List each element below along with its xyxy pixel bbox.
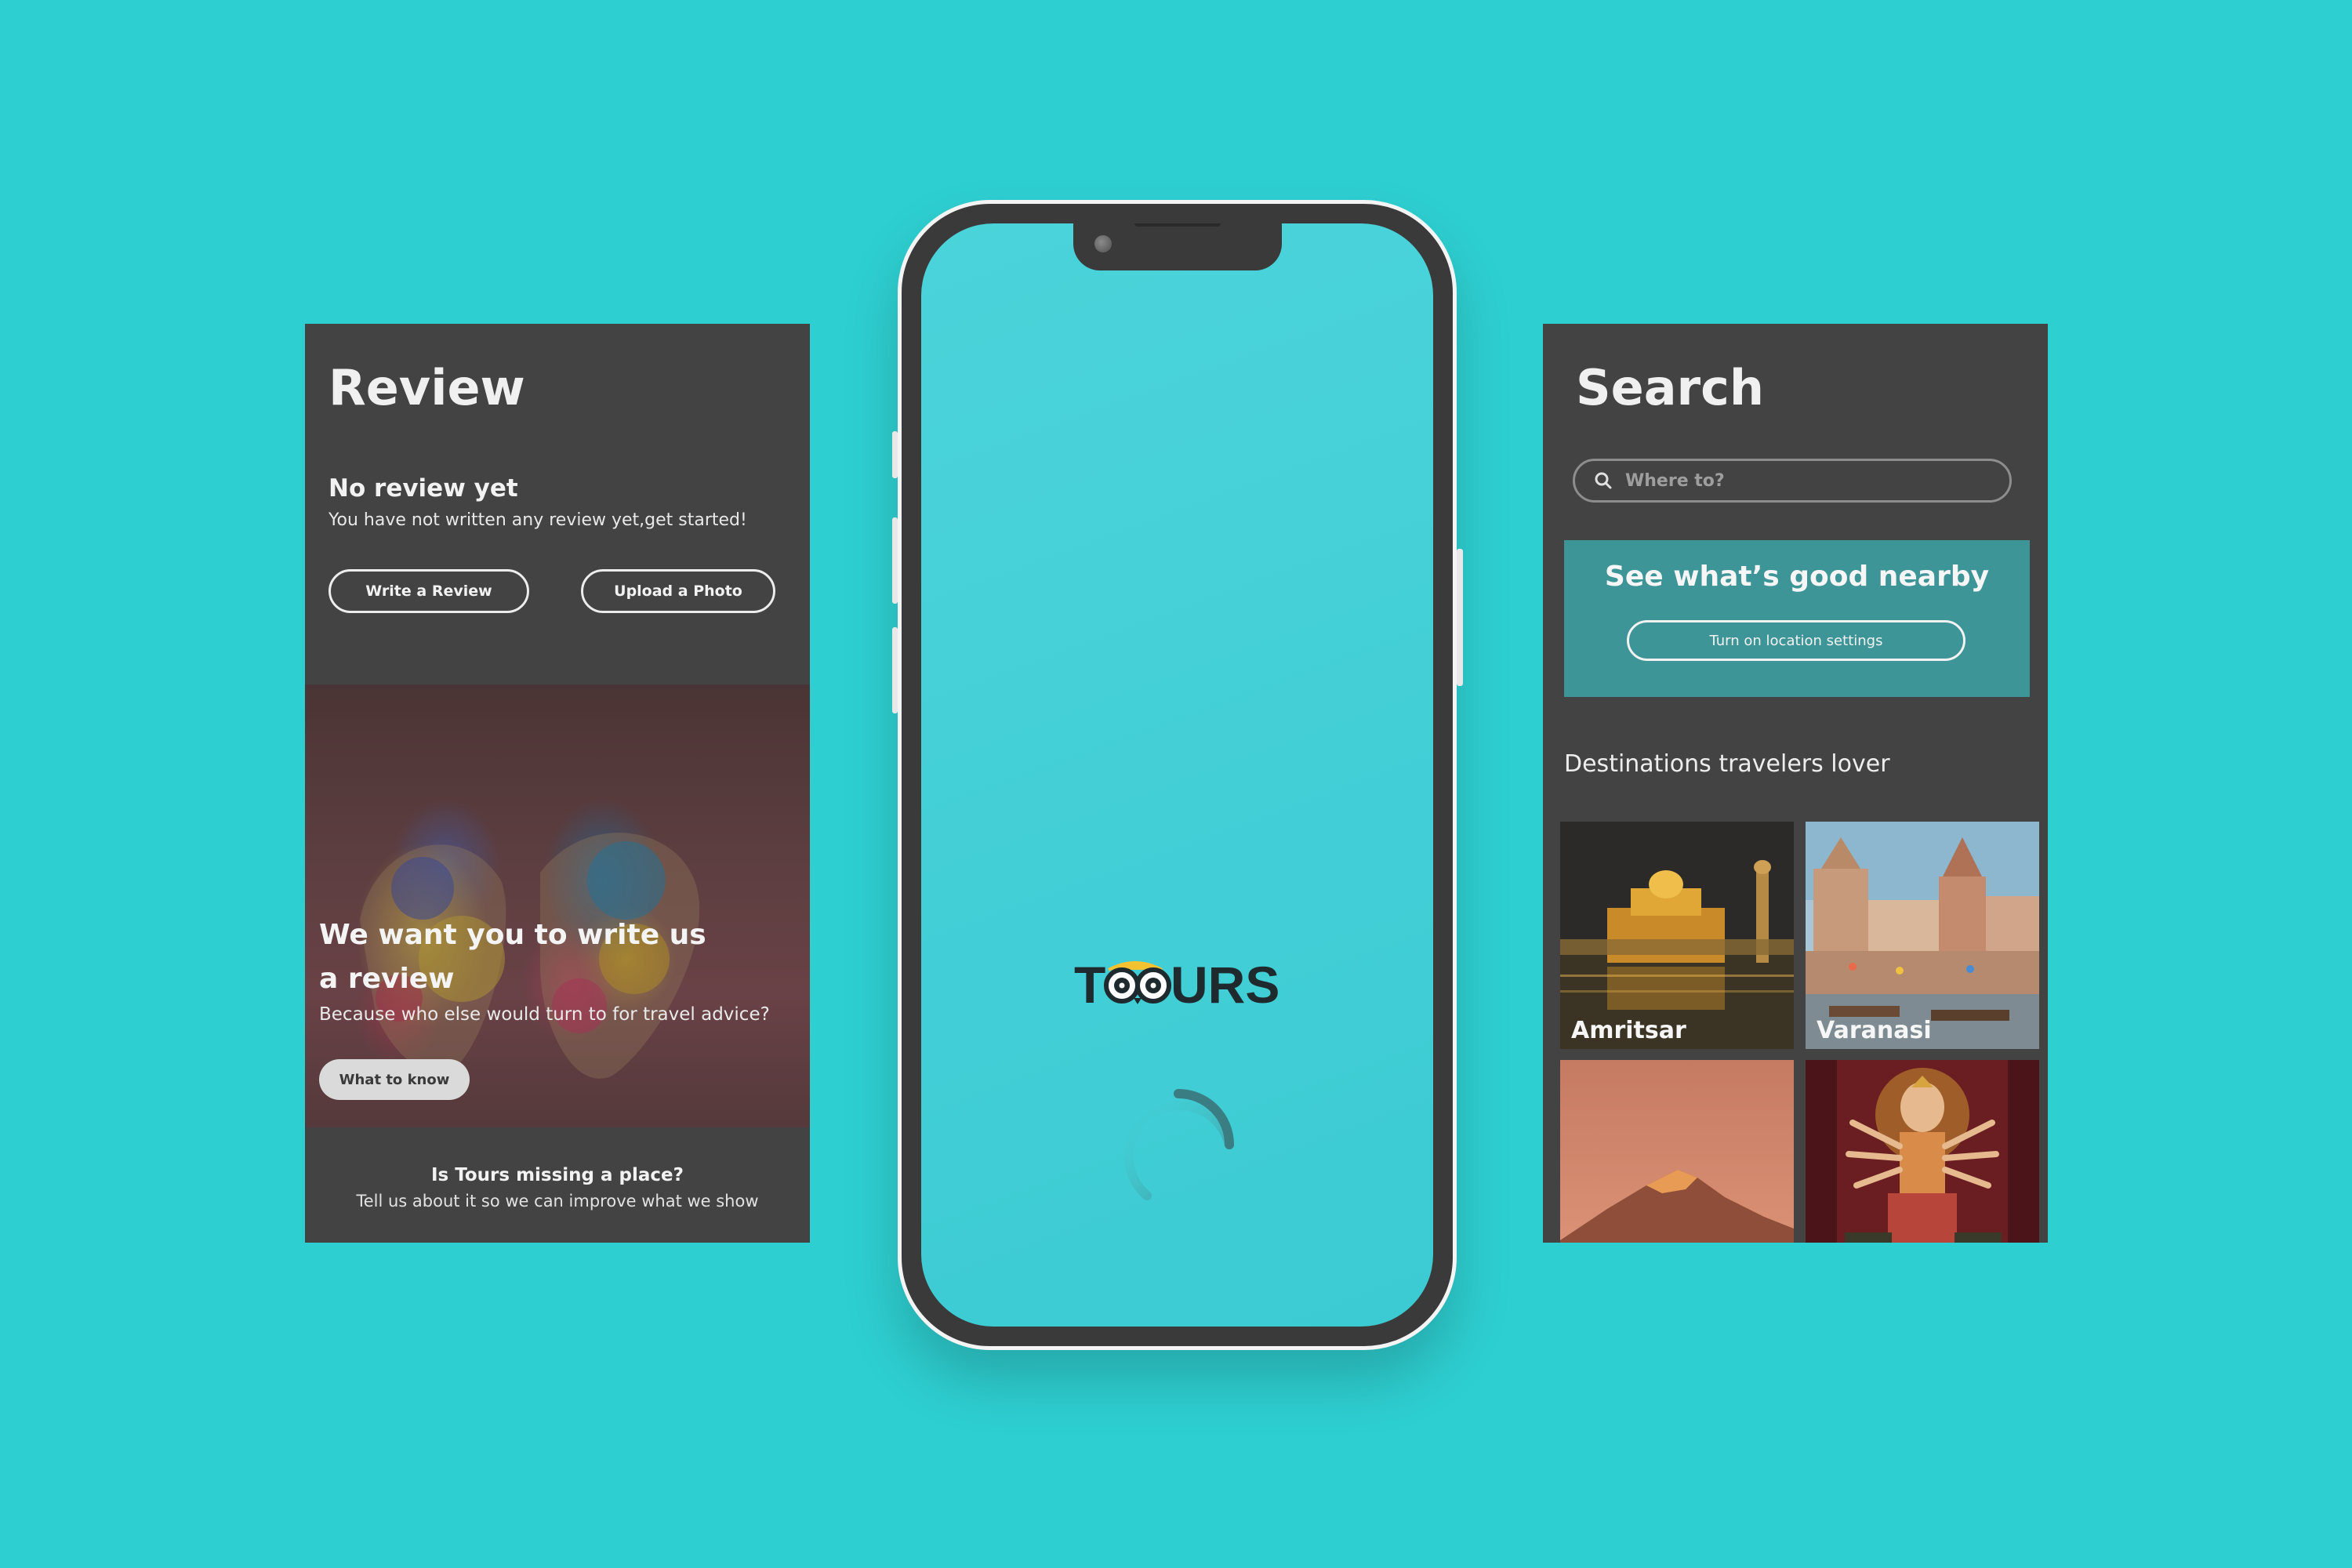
- hero-subtitle: Because who else would turn to for trave…: [319, 1004, 770, 1025]
- phone-volume-up: [892, 517, 898, 604]
- nearby-title: See what’s good nearby: [1604, 561, 1990, 593]
- varanasi-ghats-image: [1806, 822, 2039, 1049]
- durga-idol-image: [1806, 1060, 2039, 1243]
- location-settings-button[interactable]: Turn on location settings: [1627, 620, 1965, 661]
- search-icon: [1595, 472, 1612, 489]
- review-title: Review: [328, 359, 525, 416]
- destinations-heading: Destinations travelers lover: [1564, 750, 1890, 778]
- no-review-subtitle: You have not written any review yet,get …: [328, 510, 747, 530]
- search-input[interactable]: [1624, 470, 1972, 492]
- phone-power-button: [1457, 549, 1463, 686]
- upload-photo-button[interactable]: Upload a Photo: [581, 569, 775, 613]
- speaker-grille: [1134, 223, 1221, 227]
- svg-text:URS: URS: [1171, 956, 1279, 1014]
- destination-tile-amritsar[interactable]: Amritsar: [1560, 822, 1794, 1049]
- phone-notch: [1073, 223, 1282, 270]
- search-screen: Search See what’s good nearby Turn on lo…: [1543, 324, 2048, 1243]
- destination-label: Varanasi: [1817, 1017, 1932, 1044]
- hero-heading-line2: a review: [319, 963, 455, 995]
- destination-label: Amritsar: [1571, 1017, 1686, 1044]
- missing-place-subtitle: Tell us about it so we can improve what …: [356, 1192, 759, 1210]
- destination-tile-festival[interactable]: [1806, 1060, 2039, 1243]
- what-to-know-button[interactable]: What to know: [319, 1059, 470, 1100]
- destination-tile-varanasi[interactable]: Varanasi: [1806, 822, 2039, 1049]
- splash-screen: T URS TOOURS: [921, 223, 1433, 1327]
- phone-volume-down: [892, 627, 898, 713]
- review-screen: Review No review yet You have not writte…: [305, 324, 810, 1243]
- missing-place-title[interactable]: Is Tours missing a place?: [305, 1165, 810, 1185]
- phone-mute-switch: [892, 431, 898, 478]
- loading-spinner: [1123, 1089, 1234, 1200]
- amritsar-golden-temple-image: [1560, 822, 1794, 1049]
- no-review-title: No review yet: [328, 474, 518, 503]
- camera-icon: [1094, 235, 1112, 252]
- svg-text:T: T: [1074, 956, 1105, 1014]
- tours-logo: T URS TOOURS: [921, 953, 1433, 1018]
- nearby-banner: See what’s good nearby Turn on location …: [1564, 540, 2030, 697]
- search-bar[interactable]: [1573, 459, 2012, 503]
- destination-tile-mountains[interactable]: [1560, 1060, 1794, 1243]
- logo-owl-eyes-icon: T URS: [1074, 956, 1279, 1014]
- write-review-button[interactable]: Write a Review: [328, 569, 529, 613]
- hero-heading-line1: We want you to write us: [319, 919, 706, 951]
- mountain-sunset-image: [1560, 1060, 1794, 1243]
- hero-heading: We want you to write us a review: [319, 913, 706, 1001]
- search-title: Search: [1576, 359, 1765, 416]
- phone-mockup: T URS TOOURS: [892, 200, 1463, 1350]
